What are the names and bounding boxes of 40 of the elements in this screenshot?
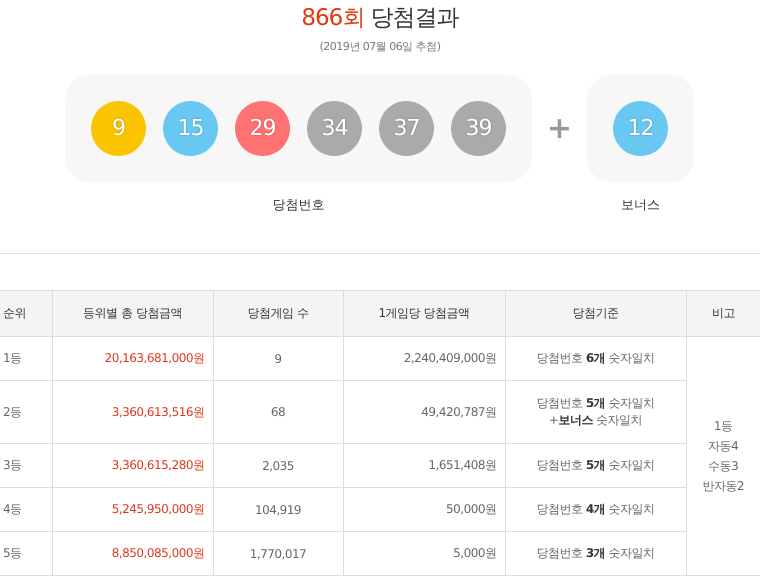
winner-count-cell: 1,770,017 [213, 532, 343, 576]
total-prize-cell: 20,163,681,000원 [52, 336, 213, 380]
number-ball: 29 [235, 101, 290, 156]
draw-date: (2019년 07월 06일 추첨) [318, 39, 442, 54]
number-ball: 39 [451, 101, 506, 156]
column-header: 당첨기준 [505, 290, 686, 336]
rank-cell: 4등 [0, 488, 52, 532]
rank-cell: 3등 [0, 444, 52, 488]
winning-numbers-label: 당첨번호 [272, 197, 324, 214]
total-prize-cell: 3,360,615,280원 [52, 444, 213, 488]
prize-per-game-cell: 2,240,409,000원 [343, 336, 505, 380]
prize-per-game-cell: 50,000원 [343, 488, 505, 532]
page-title: 당첨결과 [370, 5, 459, 31]
plus-sign: + [546, 110, 574, 148]
column-header: 등위별 총 당첨금액 [52, 290, 213, 336]
number-ball: 9 [91, 101, 146, 156]
column-header: 1게임당 당첨금액 [343, 290, 505, 336]
number-ball: 34 [307, 101, 362, 156]
criteria-cell: 당첨번호 6개 숫자일치 [505, 336, 686, 380]
column-header: 순위 [0, 290, 52, 336]
round-number: 866회 [301, 5, 364, 31]
column-header: 비고 [686, 290, 760, 336]
total-prize-cell: 8,850,085,000원 [52, 532, 213, 576]
winner-count-cell: 68 [213, 380, 343, 444]
rank-cell: 5등 [0, 532, 52, 576]
rank-cell: 1등 [0, 336, 52, 380]
bonus-ball: 12 [613, 101, 668, 156]
prize-per-game-cell: 5,000원 [343, 532, 505, 576]
prize-per-game-cell: 1,651,408원 [343, 444, 505, 488]
number-ball: 15 [163, 101, 218, 156]
total-prize-cell: 5,245,950,000원 [52, 488, 213, 532]
number-ball: 37 [379, 101, 434, 156]
winner-count-cell: 9 [213, 336, 343, 380]
winner-count-cell: 2,035 [213, 444, 343, 488]
prize-per-game-cell: 49,420,787원 [343, 380, 505, 444]
total-prize-cell: 3,360,613,516원 [52, 380, 213, 444]
rank-cell: 2등 [0, 380, 52, 444]
bonus-label: 보너스 [621, 197, 660, 214]
column-header: 당첨게임 수 [213, 290, 343, 336]
winner-count-cell: 104,919 [213, 488, 343, 532]
